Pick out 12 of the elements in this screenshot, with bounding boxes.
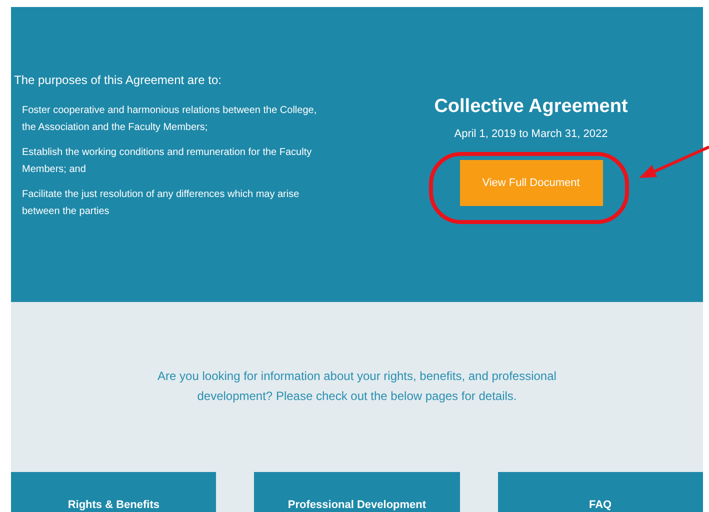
purpose-item: Establish the working conditions and remuneration for the Faculty Members; and — [22, 146, 313, 177]
date-range: April 1, 2019 to March 31, 2022 — [454, 126, 608, 142]
intro-text: The purposes of this Agreement are to: — [14, 72, 222, 89]
agreement-title: Collective Agreement — [434, 95, 628, 119]
purpose-item: Foster cooperative and harmonious relations between the College, the Association and the Faculty Members; — [22, 104, 318, 135]
info-text: Are you looking for information about your rights, benefits, and professional development? Please check out the below pages for details. — [156, 368, 558, 405]
view-document-button[interactable]: View Full Document — [460, 160, 602, 206]
page-card[interactable]: Professional Development — [254, 472, 460, 512]
page-card[interactable]: Rights & Benefits — [11, 472, 216, 512]
pointer-arrow — [639, 146, 709, 178]
page-card[interactable]: FAQ — [498, 472, 703, 512]
purpose-item: Facilitate the just resolution of any differences which may arise between the parties — [22, 188, 300, 219]
